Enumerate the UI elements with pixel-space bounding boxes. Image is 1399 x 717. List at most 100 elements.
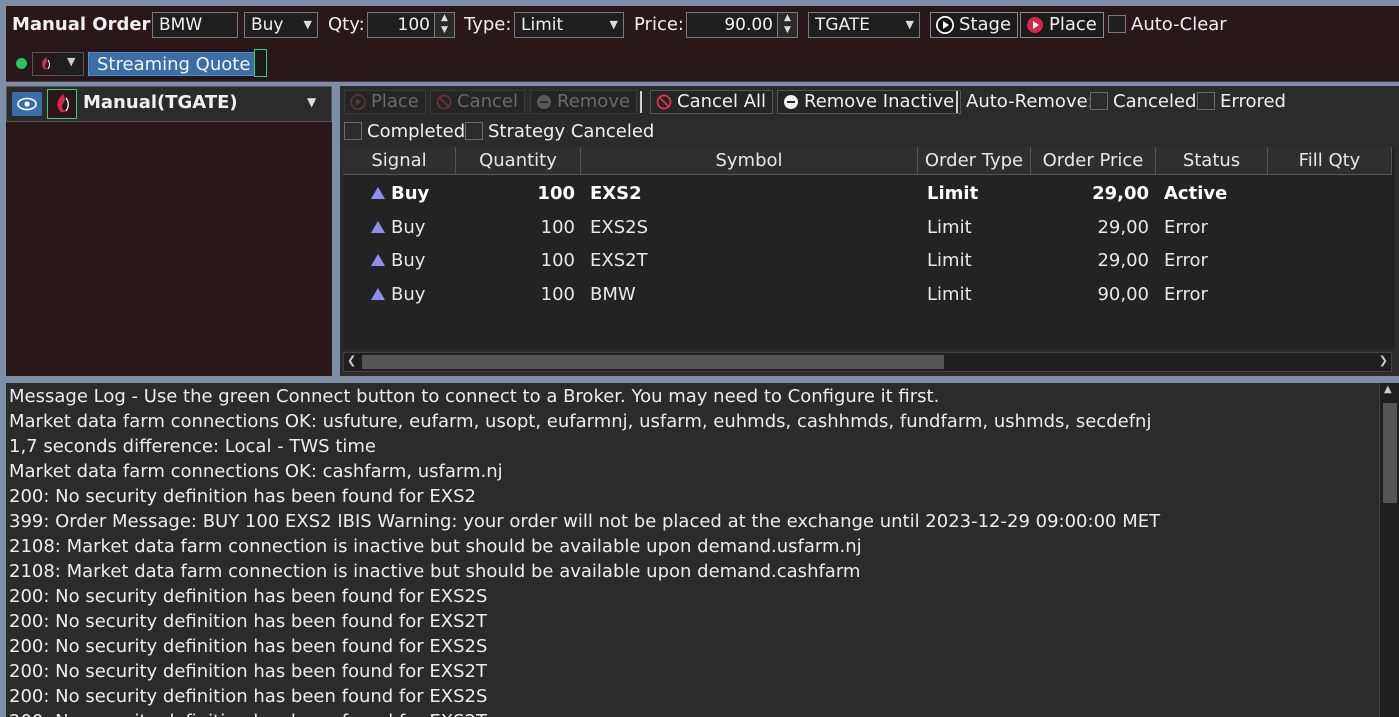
cancel-all-label: Cancel All bbox=[677, 91, 767, 112]
column-header-order-price[interactable]: Order Price bbox=[1031, 147, 1156, 175]
scrollbar-thumb[interactable] bbox=[1383, 403, 1397, 503]
status-cell: Active bbox=[1164, 183, 1228, 204]
orders-horizontal-scrollbar[interactable]: ❮ ❯ bbox=[343, 352, 1392, 372]
table-row[interactable]: Buy 100 BMW Limit 90,00 Error bbox=[343, 278, 1392, 311]
cancel-icon bbox=[436, 94, 452, 110]
place-button[interactable]: Place bbox=[344, 90, 426, 114]
buy-arrow-icon bbox=[371, 187, 385, 199]
log-line: 200: No security definition has been fou… bbox=[9, 586, 488, 607]
stepper-up-icon[interactable]: ▲ bbox=[778, 13, 797, 24]
remove-icon bbox=[783, 94, 799, 110]
signal-cell: Buy bbox=[391, 284, 426, 305]
log-line: 200: No security definition has been fou… bbox=[9, 661, 487, 682]
strategy-panel: Manual(TGATE) ▼ bbox=[6, 86, 332, 376]
scroll-right-icon[interactable]: ❯ bbox=[1379, 354, 1388, 367]
place-label: Place bbox=[1049, 14, 1097, 35]
signal-cell: Buy bbox=[391, 183, 430, 204]
order-type-cell: Limit bbox=[927, 183, 979, 204]
order-type-cell: Limit bbox=[927, 284, 972, 305]
strategy-selector[interactable]: ▼ bbox=[32, 52, 84, 76]
log-line: 200: No security definition has been fou… bbox=[9, 486, 476, 507]
table-row[interactable]: Buy 100 EXS2T Limit 29,00 Error bbox=[343, 244, 1392, 277]
quote-indicator bbox=[254, 49, 267, 77]
auto-clear-checkbox[interactable] bbox=[1108, 15, 1126, 33]
scroll-up-icon[interactable]: ▲ bbox=[1384, 384, 1392, 395]
log-vertical-scrollbar[interactable]: ▲ bbox=[1379, 383, 1399, 717]
streaming-quote-button[interactable]: Streaming Quote bbox=[88, 52, 260, 76]
order-type-select[interactable]: Limit ▼ bbox=[514, 12, 624, 38]
log-line: 200: No security definition has been fou… bbox=[9, 709, 487, 717]
stage-button[interactable]: Stage bbox=[930, 12, 1019, 38]
quantity-cell: 100 bbox=[540, 250, 575, 271]
table-row[interactable]: Buy 100 EXS2 Limit 29,00 Active bbox=[343, 177, 1392, 210]
manual-order-title: Manual Order: bbox=[12, 14, 158, 35]
chevron-down-icon[interactable]: ▼ bbox=[307, 95, 316, 109]
place-play-icon bbox=[350, 94, 366, 110]
qty-label: Qty: bbox=[328, 14, 365, 35]
completed-label: Completed bbox=[367, 121, 466, 142]
signal-cell: Buy bbox=[391, 217, 426, 238]
canceled-checkbox[interactable] bbox=[1090, 92, 1108, 110]
quantity-cell: 100 bbox=[537, 183, 575, 204]
canceled-label: Canceled bbox=[1113, 91, 1197, 112]
chevron-down-icon: ▼ bbox=[303, 18, 312, 31]
order-price-cell: 29,00 bbox=[1097, 250, 1149, 271]
price-label: Price: bbox=[634, 14, 684, 35]
log-line: Market data farm connections OK: cashfar… bbox=[9, 461, 503, 482]
order-price-cell: 29,00 bbox=[1097, 217, 1149, 238]
message-log: Message Log - Use the green Connect butt… bbox=[6, 383, 1399, 717]
symbol-cell: EXS2 bbox=[590, 183, 642, 204]
order-type-value: Limit bbox=[521, 15, 564, 35]
remove-label: Remove bbox=[557, 91, 631, 112]
route-value: TGATE bbox=[815, 15, 870, 35]
log-line: 2108: Market data farm connection is ina… bbox=[9, 561, 861, 582]
table-row[interactable]: Buy 100 EXS2S Limit 29,00 Error bbox=[343, 211, 1392, 244]
completed-checkbox[interactable] bbox=[344, 122, 362, 140]
log-line: 399: Order Message: BUY 100 EXS2 IBIS Wa… bbox=[9, 511, 1161, 532]
column-header-symbol[interactable]: Symbol bbox=[581, 147, 918, 175]
stepper-down-icon[interactable]: ▼ bbox=[435, 24, 454, 36]
chevron-down-icon: ▼ bbox=[67, 55, 76, 68]
stepper-up-icon[interactable]: ▲ bbox=[435, 13, 454, 24]
column-header-status[interactable]: Status bbox=[1156, 147, 1268, 175]
buy-arrow-icon bbox=[371, 288, 385, 300]
qty-stepper[interactable]: ▲ ▼ bbox=[434, 13, 454, 37]
remove-button[interactable]: Remove bbox=[530, 90, 638, 114]
auto-remove-label: Auto-Remove: bbox=[966, 91, 1094, 112]
column-header-quantity[interactable]: Quantity bbox=[456, 147, 581, 175]
log-line: 200: No security definition has been fou… bbox=[9, 636, 488, 657]
chevron-down-icon: ▼ bbox=[905, 18, 914, 31]
strategy-panel-header[interactable]: Manual(TGATE) ▼ bbox=[6, 86, 332, 122]
scrollbar-thumb[interactable] bbox=[362, 355, 944, 369]
eye-icon[interactable] bbox=[12, 92, 42, 116]
side-select[interactable]: Buy ▼ bbox=[244, 12, 318, 38]
cancel-button[interactable]: Cancel bbox=[430, 90, 525, 114]
status-cell: Error bbox=[1164, 217, 1208, 238]
strategy-canceled-label: Strategy Canceled bbox=[488, 121, 655, 142]
column-header-order-type[interactable]: Order Type bbox=[918, 147, 1031, 175]
place-order-button[interactable]: Place bbox=[1020, 12, 1104, 38]
price-input[interactable]: 90.00 ▲ ▼ bbox=[686, 12, 798, 38]
status-cell: Error bbox=[1164, 250, 1208, 271]
order-price-cell: 29,00 bbox=[1092, 183, 1149, 204]
strategy-canceled-checkbox[interactable] bbox=[465, 122, 483, 140]
price-stepper[interactable]: ▲ ▼ bbox=[777, 13, 797, 37]
errored-label: Errored bbox=[1220, 91, 1286, 112]
errored-checkbox[interactable] bbox=[1197, 92, 1215, 110]
route-select[interactable]: TGATE ▼ bbox=[808, 12, 920, 38]
qty-input[interactable]: 100 ▲ ▼ bbox=[367, 12, 455, 38]
symbol-input[interactable]: BMW bbox=[152, 12, 238, 38]
place-label: Place bbox=[371, 91, 419, 112]
cancel-all-button[interactable]: Cancel All bbox=[650, 90, 774, 114]
app-window: Manual Order: BMW Buy ▼ Qty: 100 ▲ ▼ Type… bbox=[0, 0, 1399, 717]
log-line: 200: No security definition has been fou… bbox=[9, 611, 487, 632]
stepper-down-icon[interactable]: ▼ bbox=[778, 24, 797, 36]
log-line: 1,7 seconds difference: Local - TWS time bbox=[9, 436, 376, 457]
side-select-value: Buy bbox=[251, 15, 284, 35]
toolbar-separator bbox=[640, 91, 642, 113]
column-header-fill-qty[interactable]: Fill Qty bbox=[1268, 147, 1392, 175]
log-line: Message Log - Use the green Connect butt… bbox=[9, 386, 940, 407]
column-header-signal[interactable]: Signal bbox=[343, 147, 456, 175]
remove-inactive-button[interactable]: Remove Inactive bbox=[777, 90, 962, 114]
scroll-left-icon[interactable]: ❮ bbox=[347, 354, 356, 367]
